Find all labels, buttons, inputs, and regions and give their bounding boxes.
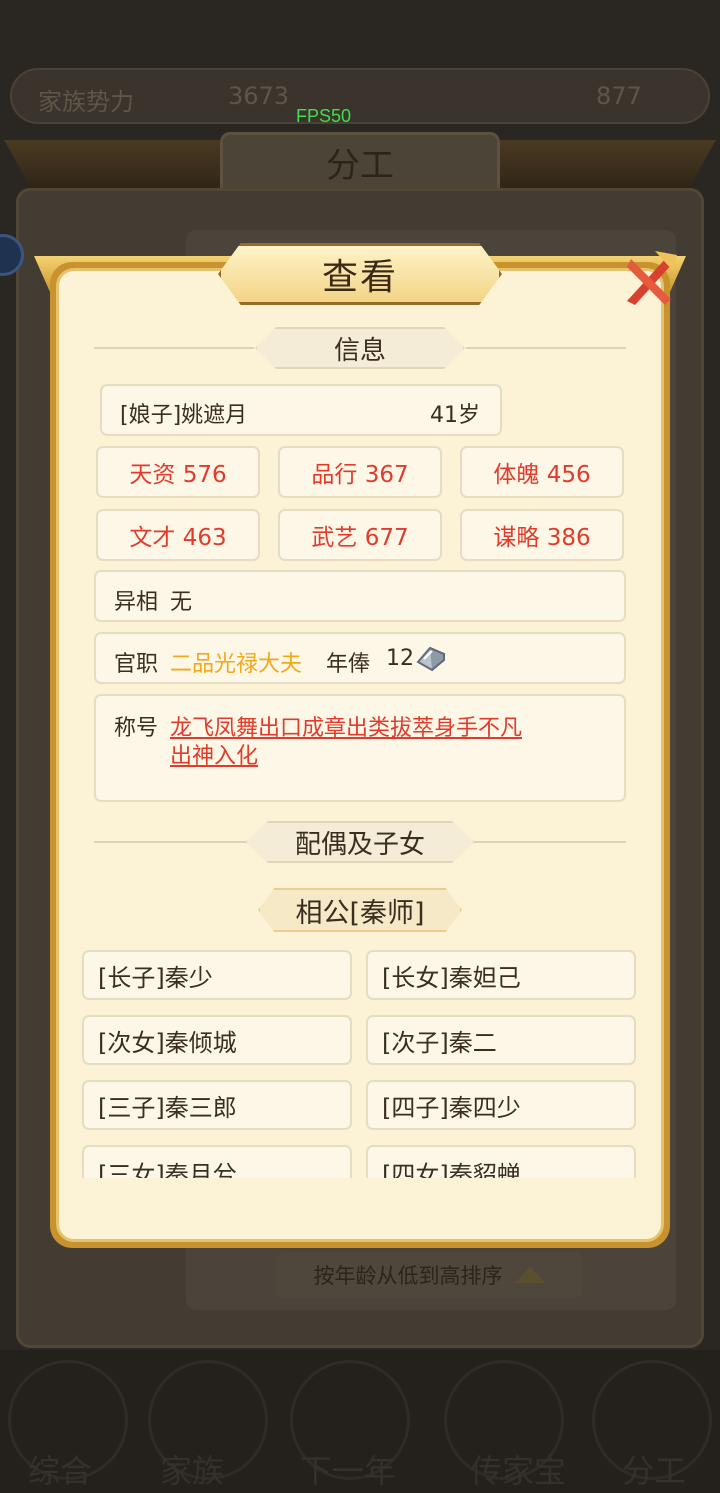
salary-label: 年俸: [326, 652, 371, 677]
child-item[interactable]: [四女]秦貂蝉: [366, 1145, 636, 1178]
office-rank: 二品光禄大夫: [170, 652, 303, 677]
child-item[interactable]: [次子]秦二: [366, 1015, 636, 1065]
person-age: 41岁: [430, 403, 480, 428]
info-section-title: 信息: [255, 327, 465, 369]
trait-label: 异相: [114, 590, 159, 615]
resource-bar: 家族势力 3673 877: [10, 68, 710, 124]
sort-button[interactable]: 按年龄从低到高排序: [276, 1252, 582, 1298]
clan-power-label: 家族势力: [38, 88, 134, 116]
stat-talent: 天资 576: [96, 446, 260, 498]
spouse-label[interactable]: 相公[秦师]: [258, 888, 462, 932]
trait-value: 无: [170, 590, 193, 615]
stat-conduct: 品行 367: [278, 446, 442, 498]
currency-value: 877: [596, 82, 642, 110]
person-name-box: [娘子]姚遮月 41岁: [100, 384, 502, 436]
stat-martial: 武艺 677: [278, 509, 442, 561]
stat-physique: 体魄 456: [460, 446, 624, 498]
child-item[interactable]: [三女]秦月兮: [82, 1145, 352, 1178]
family-section-header: 配偶及子女: [94, 820, 626, 864]
nav-label-overview: 综合: [28, 1452, 93, 1490]
office-box: 官职 二品光禄大夫 年俸 12: [94, 632, 626, 684]
children-list[interactable]: [长子]秦少 [长女]秦妲己 [次女]秦倾城 [次子]秦二 [三子]秦三郎 [四…: [80, 948, 640, 1178]
dialog-title: 查看: [321, 257, 398, 298]
trait-box: 异相 无: [94, 570, 626, 622]
family-section-title: 配偶及子女: [245, 821, 475, 863]
nav-label-next-year: 下一年: [300, 1452, 397, 1490]
salary-value: 12: [386, 646, 414, 671]
sort-label: 按年龄从低到高排序: [313, 1264, 503, 1288]
titles-box: 称号 龙飞凤舞出口成章出类拔萃身手不凡 出神入化: [94, 694, 626, 802]
child-item[interactable]: [三子]秦三郎: [82, 1080, 352, 1130]
person-name: [娘子]姚遮月: [120, 403, 248, 428]
child-item[interactable]: [次女]秦倾城: [82, 1015, 352, 1065]
info-section-header: 信息: [94, 326, 626, 370]
sort-arrow-icon: [514, 1267, 545, 1283]
nav-label-heirloom: 传家宝: [470, 1452, 567, 1490]
titles-line-2[interactable]: 出神入化: [170, 738, 258, 770]
close-icon: [627, 251, 677, 305]
dialog-title-plate: 查看: [218, 243, 502, 305]
child-item[interactable]: [长女]秦妲己: [366, 950, 636, 1000]
child-item[interactable]: [四子]秦四少: [366, 1080, 636, 1130]
fps-counter: FPS50: [296, 106, 352, 126]
child-item[interactable]: [长子]秦少: [82, 950, 352, 1000]
nav-label-division: 分工: [622, 1452, 687, 1490]
clan-power-value: 3673: [228, 82, 290, 110]
silver-ingot-icon: [414, 642, 448, 680]
titles-label: 称号: [114, 716, 159, 741]
close-button[interactable]: [614, 244, 684, 314]
nav-label-family: 家族: [160, 1452, 225, 1490]
stat-literary: 文才 463: [96, 509, 260, 561]
office-label: 官职: [114, 652, 159, 677]
stat-strategy: 谋略 386: [460, 509, 624, 561]
